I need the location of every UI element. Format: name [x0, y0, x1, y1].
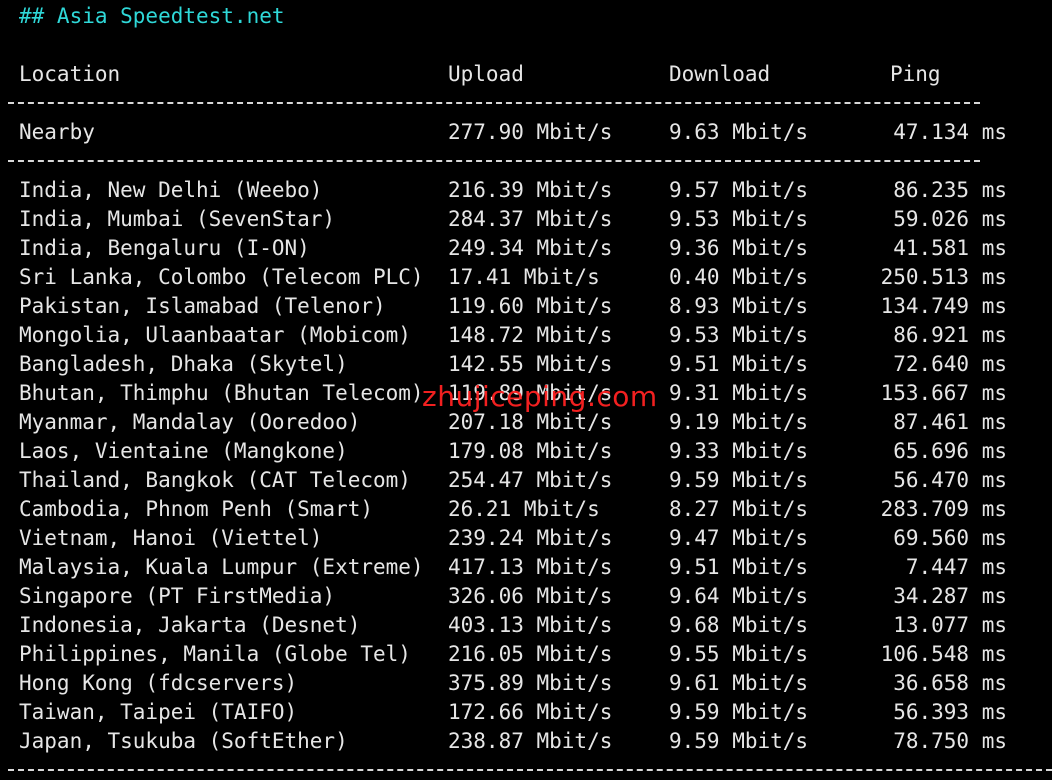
cell-download: 9.47 Mbit/s [669, 526, 809, 550]
cell-upload: 417.13 Mbit/s [448, 555, 613, 579]
cell-download: 9.55 Mbit/s [669, 642, 809, 666]
cell-location: Nearby [19, 120, 95, 144]
cell-ping: 36.658 ms [893, 671, 1007, 695]
cell-download: 9.68 Mbit/s [669, 613, 809, 637]
cell-ping: 13.077 ms [893, 613, 1007, 637]
cell-download: 9.19 Mbit/s [669, 410, 809, 434]
cell-upload: 17.41 Mbit/s [448, 265, 600, 289]
cell-download: 9.31 Mbit/s [669, 381, 809, 405]
cell-ping: 72.640 ms [893, 352, 1007, 376]
header-ping: Ping [890, 62, 941, 86]
cell-location: Laos, Vientaine (Mangkone) [19, 439, 348, 463]
cell-upload: 172.66 Mbit/s [448, 700, 613, 724]
header-download: Download [669, 62, 771, 86]
cell-ping: 283.709 ms [880, 497, 1007, 521]
cell-location: Sri Lanka, Colombo (Telecom PLC) [19, 265, 424, 289]
cell-download: 8.27 Mbit/s [669, 497, 809, 521]
cell-location: Indonesia, Jakarta (Desnet) [19, 613, 361, 637]
nearby-row: Nearby 277.90 Mbit/s 9.63 Mbit/s 47.134 … [0, 118, 1007, 147]
cell-location: Bangladesh, Dhaka (Skytel) [19, 352, 348, 376]
header-upload: Upload [448, 62, 524, 86]
cell-location: Hong Kong (fdcservers) [19, 671, 298, 695]
cell-ping: 78.750 ms [893, 729, 1007, 753]
section-heading: ## Asia Speedtest.net [19, 4, 285, 28]
terminal-output: ## Asia Speedtest.net Location Upload Do… [0, 0, 1052, 780]
cell-download: 9.64 Mbit/s [669, 584, 809, 608]
cell-upload: 216.39 Mbit/s [448, 178, 613, 202]
cell-location: Taiwan, Taipei (TAIFO) [19, 700, 298, 724]
cell-ping: 250.513 ms [880, 265, 1007, 289]
cell-location: India, Mumbai (SevenStar) [19, 207, 336, 231]
cell-upload: 238.87 Mbit/s [448, 729, 613, 753]
cell-upload: 277.90 Mbit/s [448, 120, 613, 144]
cell-location: Japan, Tsukuba (SoftEther) [19, 729, 348, 753]
cell-ping: 59.026 ms [893, 207, 1007, 231]
cell-location: Vietnam, Hanoi (Viettel) [19, 526, 323, 550]
watermark-text: zhujiceping.com [422, 380, 658, 413]
cell-location: Myanmar, Mandalay (Ooredoo) [19, 410, 361, 434]
cell-ping: 86.921 ms [893, 323, 1007, 347]
cell-download: 9.53 Mbit/s [669, 323, 809, 347]
cell-ping: 7.447 ms [905, 555, 1007, 579]
cell-ping: 134.749 ms [880, 294, 1007, 318]
cell-download: 0.40 Mbit/s [669, 265, 809, 289]
cell-download: 8.93 Mbit/s [669, 294, 809, 318]
cell-download: 9.63 Mbit/s [669, 120, 809, 144]
cell-upload: 142.55 Mbit/s [448, 352, 613, 376]
cell-ping: 87.461 ms [893, 410, 1007, 434]
cell-location: India, New Delhi (Weebo) [19, 178, 323, 202]
cell-download: 9.59 Mbit/s [669, 729, 809, 753]
cell-download: 9.61 Mbit/s [669, 671, 809, 695]
cell-upload: 375.89 Mbit/s [448, 671, 613, 695]
cell-download: 9.57 Mbit/s [669, 178, 809, 202]
cell-ping: 47.134 ms [893, 120, 1007, 144]
cell-download: 9.59 Mbit/s [669, 468, 809, 492]
cell-download: 9.51 Mbit/s [669, 352, 809, 376]
cell-location: Singapore (PT FirstMedia) [19, 584, 336, 608]
cell-ping: 34.287 ms [893, 584, 1007, 608]
cell-upload: 26.21 Mbit/s [448, 497, 600, 521]
cell-location: Bhutan, Thimphu (Bhutan Telecom) [19, 381, 424, 405]
separator-line [8, 769, 1052, 771]
cell-location: Thailand, Bangkok (CAT Telecom) [19, 468, 411, 492]
cell-ping: 56.393 ms [893, 700, 1007, 724]
cell-location: Philippines, Manila (Globe Tel) [19, 642, 411, 666]
separator-line [8, 102, 980, 104]
cell-upload: 216.05 Mbit/s [448, 642, 613, 666]
cell-download: 9.51 Mbit/s [669, 555, 809, 579]
cell-location: Cambodia, Phnom Penh (Smart) [19, 497, 374, 521]
header-location: Location [19, 62, 121, 86]
cell-download: 9.59 Mbit/s [669, 700, 809, 724]
cell-ping: 41.581 ms [893, 236, 1007, 260]
cell-upload: 239.24 Mbit/s [448, 526, 613, 550]
cell-location: Pakistan, Islamabad (Telenor) [19, 294, 386, 318]
cell-upload: 179.08 Mbit/s [448, 439, 613, 463]
cell-ping: 65.696 ms [893, 439, 1007, 463]
cell-upload: 249.34 Mbit/s [448, 236, 613, 260]
cell-location: Mongolia, Ulaanbaatar (Mobicom) [19, 323, 411, 347]
table-header-row: Location Upload Download Ping [0, 60, 941, 89]
cell-upload: 254.47 Mbit/s [448, 468, 613, 492]
cell-location: Malaysia, Kuala Lumpur (Extreme) [19, 555, 424, 579]
cell-download: 9.33 Mbit/s [669, 439, 809, 463]
cell-ping: 56.470 ms [893, 468, 1007, 492]
separator-line [8, 160, 980, 162]
cell-upload: 148.72 Mbit/s [448, 323, 613, 347]
cell-upload: 403.13 Mbit/s [448, 613, 613, 637]
cell-upload: 326.06 Mbit/s [448, 584, 613, 608]
cell-ping: 69.560 ms [893, 526, 1007, 550]
cell-ping: 86.235 ms [893, 178, 1007, 202]
cell-upload: 284.37 Mbit/s [448, 207, 613, 231]
cell-ping: 106.548 ms [880, 642, 1007, 666]
cell-download: 9.36 Mbit/s [669, 236, 809, 260]
cell-location: India, Bengaluru (I-ON) [19, 236, 310, 260]
cell-download: 9.53 Mbit/s [669, 207, 809, 231]
cell-ping: 153.667 ms [880, 381, 1007, 405]
cell-upload: 119.60 Mbit/s [448, 294, 613, 318]
